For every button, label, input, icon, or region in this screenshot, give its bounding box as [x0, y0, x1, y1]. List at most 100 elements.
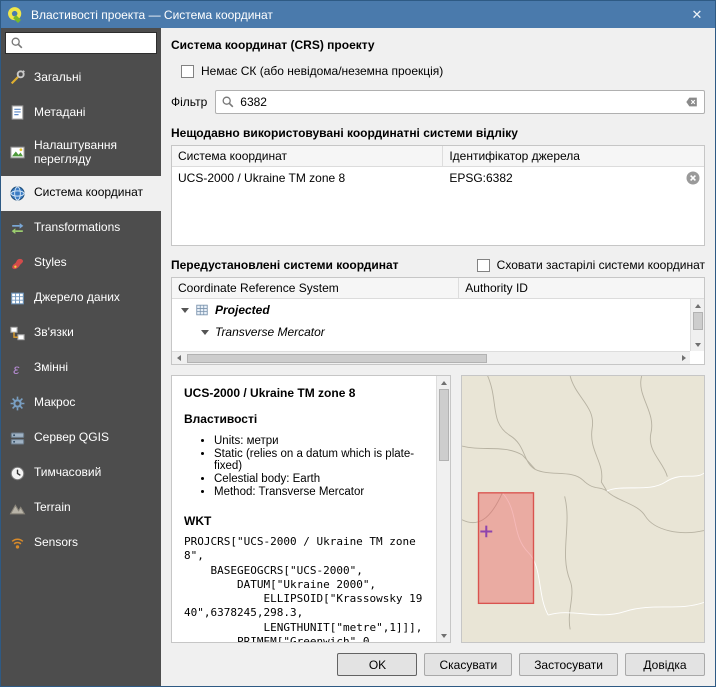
properties-title: Властивості [184, 412, 426, 426]
recent-crs-name-cell: UCS-2000 / Ukraine TM zone 8 [172, 171, 443, 185]
property-item: Units: метри [214, 435, 426, 447]
sidebar-item-styles[interactable]: Styles [1, 246, 161, 281]
main-content: Система координат (CRS) проекту Немає СК… [161, 28, 715, 686]
crs-extent-rectangle [479, 493, 534, 604]
sidebar-item-sensors[interactable]: Sensors [1, 526, 161, 561]
recent-crs-table: Система координат Ідентифікатор джерела … [171, 145, 705, 246]
sidebar-item-transformations[interactable]: Transformations [1, 211, 161, 246]
clear-filter-icon[interactable] [685, 95, 699, 109]
scroll-up-icon[interactable] [691, 299, 704, 312]
recent-crs-title: Нещодавно використовувані координатні си… [171, 126, 705, 140]
predefined-tree: Projected Transverse Mercator [172, 299, 690, 351]
sidebar-item-label: Sensors [34, 536, 78, 550]
apply-button[interactable]: Застосувати [519, 653, 618, 676]
hide-deprecated-label: Сховати застарілі системи координат [497, 258, 705, 272]
sidebar-item-label: Змінні [34, 361, 68, 375]
col-header-authority-id[interactable]: Authority ID [459, 278, 704, 298]
sidebar-item-temporal[interactable]: Тимчасовий [1, 456, 161, 491]
tree-item-projected[interactable]: Projected [172, 299, 690, 321]
table-row[interactable]: UCS-2000 / Ukraine TM zone 8 EPSG:6382 [172, 167, 704, 189]
predefined-header-row: Передустановлені системи координат Схова… [171, 258, 705, 272]
sidebar-item-view-settings[interactable]: Налаштування перегляду [1, 130, 161, 176]
dialog-body: Загальні Метадані Налаштування пе [1, 28, 715, 686]
scrollbar-thumb[interactable] [187, 354, 487, 363]
description-vertical-scrollbar[interactable] [436, 376, 450, 642]
page-title: Система координат (CRS) проекту [171, 38, 705, 52]
wkt-title: WKT [184, 514, 426, 528]
tree-item-label: Projected [215, 303, 270, 317]
sidebar-item-label: Terrain [34, 501, 71, 515]
property-item: Celestial body: Earth [214, 473, 426, 485]
ok-button[interactable]: OK [337, 653, 417, 676]
close-button[interactable]: ✕ [679, 1, 715, 28]
hide-deprecated-checkbox[interactable] [477, 259, 490, 272]
recent-table-header: Система координат Ідентифікатор джерела [172, 146, 704, 167]
sidebar-item-label: Макрос [34, 396, 75, 410]
sidebar-item-macros[interactable]: Макрос [1, 386, 161, 421]
scroll-down-icon[interactable] [437, 629, 450, 642]
titlebar: Властивості проекта — Система координат … [1, 1, 715, 28]
styles-icon [9, 255, 26, 272]
sidebar-search-box[interactable] [5, 32, 157, 54]
tree-item-transverse-mercator[interactable]: Transverse Mercator [172, 321, 690, 343]
col-header-crs[interactable]: Система координат [172, 146, 443, 166]
no-crs-checkbox[interactable] [181, 65, 194, 78]
qgis-logo-icon [7, 6, 24, 23]
col-header-authority[interactable]: Ідентифікатор джерела [443, 146, 704, 166]
dialog-buttons: OK Скасувати Застосувати Довідка [171, 653, 705, 676]
sidebar-item-terrain[interactable]: Terrain [1, 491, 161, 526]
expander-icon[interactable] [181, 308, 189, 313]
tree-item-label: Transverse Mercator [215, 325, 325, 339]
scrollbar-thumb[interactable] [693, 312, 703, 330]
details-split: UCS-2000 / Ukraine TM zone 8 Властивості… [171, 375, 705, 643]
sidebar-item-label: Transformations [34, 221, 120, 235]
scroll-left-icon[interactable] [172, 352, 185, 365]
help-button[interactable]: Довідка [625, 653, 705, 676]
properties-list: Units: метри Static (relies on a datum w… [214, 435, 426, 498]
col-header-crs-tree[interactable]: Coordinate Reference System [172, 278, 459, 298]
variables-icon: ε [9, 360, 26, 377]
terrain-icon [9, 500, 26, 517]
sidebar-item-label: Сервер QGIS [34, 431, 109, 445]
filter-row: Фільтр [171, 90, 705, 114]
temporal-icon [9, 465, 26, 482]
sensors-icon [9, 535, 26, 552]
macros-icon [9, 395, 26, 412]
scroll-right-icon[interactable] [677, 352, 690, 365]
svg-text:ε: ε [13, 360, 20, 376]
crs-description-panel: UCS-2000 / Ukraine TM zone 8 Властивості… [171, 375, 451, 643]
sidebar-item-variables[interactable]: ε Змінні [1, 351, 161, 386]
sidebar-item-crs[interactable]: Система координат [1, 176, 161, 211]
sidebar-item-label: Зв'язки [34, 326, 74, 340]
data-source-icon [9, 290, 26, 307]
transformations-icon [9, 220, 26, 237]
cancel-button[interactable]: Скасувати [424, 653, 512, 676]
sidebar-item-metadata[interactable]: Метадані [1, 95, 161, 130]
property-item: Method: Transverse Mercator [214, 486, 426, 498]
sidebar-item-relations[interactable]: Зв'язки [1, 316, 161, 351]
filter-input[interactable] [240, 95, 680, 109]
scroll-up-icon[interactable] [437, 376, 450, 389]
wkt-text: PROJCRS["UCS-2000 / Ukraine TM zone 8", … [184, 535, 426, 643]
no-crs-row: Немає СК (або невідома/неземна проекція) [181, 64, 705, 78]
sidebar-search-input[interactable] [27, 36, 152, 50]
predefined-crs-table: Coordinate Reference System Authority ID… [171, 277, 705, 365]
predefined-horizontal-scrollbar[interactable] [172, 351, 690, 364]
sidebar-item-data-sources[interactable]: Джерело даних [1, 281, 161, 316]
sidebar-item-qgis-server[interactable]: Сервер QGIS [1, 421, 161, 456]
scroll-down-icon[interactable] [691, 338, 704, 351]
sidebar-item-label: Styles [34, 256, 67, 270]
sidebar-item-label: Тимчасовий [34, 466, 101, 480]
expander-icon[interactable] [201, 330, 209, 335]
predefined-vertical-scrollbar[interactable] [690, 299, 704, 351]
scrollbar-thumb[interactable] [439, 389, 449, 461]
hide-deprecated-row: Сховати застарілі системи координат [477, 258, 705, 272]
relations-icon [9, 325, 26, 342]
remove-recent-crs-icon[interactable] [685, 170, 701, 186]
view-settings-icon [9, 144, 26, 161]
filter-input-box[interactable] [215, 90, 705, 114]
predefined-crs-title: Передустановлені системи координат [171, 258, 399, 272]
sidebar-item-general[interactable]: Загальні [1, 60, 161, 95]
project-properties-dialog: Властивості проекта — Система координат … [0, 0, 716, 687]
no-crs-label: Немає СК (або невідома/неземна проекція) [201, 64, 443, 78]
